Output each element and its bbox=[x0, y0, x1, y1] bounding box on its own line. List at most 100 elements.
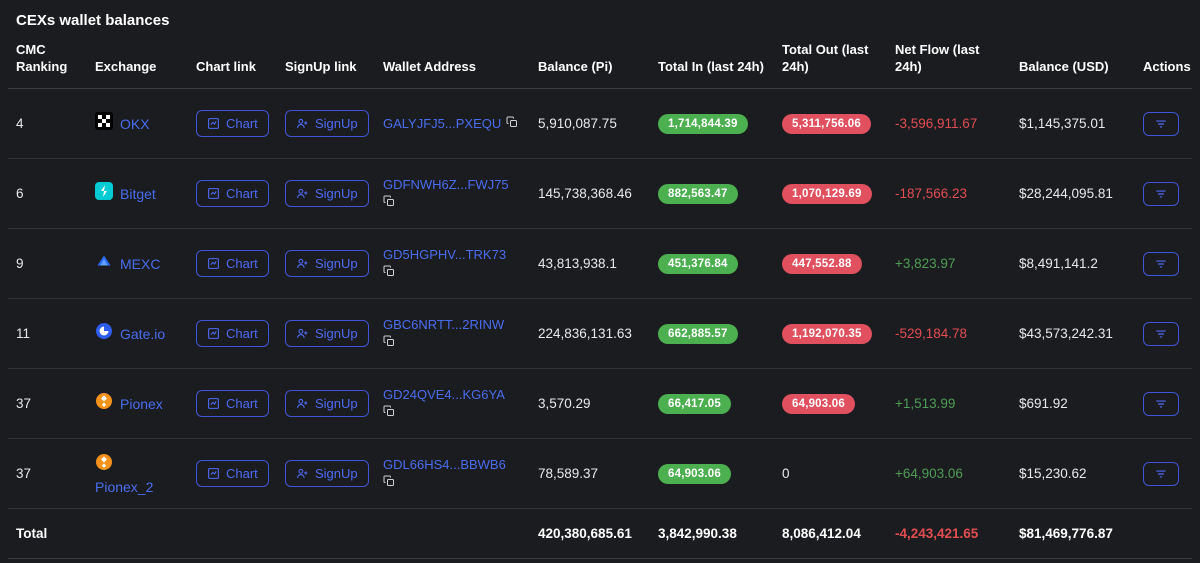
pionex-logo-icon bbox=[95, 453, 113, 476]
line-chart-icon bbox=[207, 257, 220, 270]
chart-button-label: Chart bbox=[226, 256, 258, 271]
exchange-link[interactable]: Pionex bbox=[120, 396, 163, 412]
signup-button-label: SignUp bbox=[315, 396, 358, 411]
header-net-flow: Net Flow (last 24h) bbox=[887, 41, 1011, 76]
actions-filter-button[interactable] bbox=[1143, 112, 1179, 136]
balance-pi-value: 78,589.37 bbox=[530, 466, 650, 481]
actions-filter-button[interactable] bbox=[1143, 462, 1179, 486]
person-plus-icon bbox=[296, 467, 309, 480]
total-in-sum: 3,842,990.38 bbox=[650, 526, 774, 541]
copy-address-button[interactable] bbox=[383, 195, 395, 210]
pionex-logo-icon bbox=[95, 392, 113, 415]
filter-icon bbox=[1154, 397, 1168, 411]
total-in-badge: 451,376.84 bbox=[658, 254, 738, 274]
header-signup-link: SignUp link bbox=[277, 58, 375, 76]
net-flow-value: +1,513.99 bbox=[895, 396, 955, 411]
page-title: CEXs wallet balances bbox=[8, 0, 1192, 37]
table-row: 6 Bitget Chart SignUp GDFNWH6Z...FWJ75 bbox=[8, 159, 1192, 229]
balance-pi-value: 5,910,087.75 bbox=[530, 116, 650, 131]
table-row: 4 OKX Chart SignUp GALYJFJ5...PXEQU bbox=[8, 89, 1192, 159]
wallet-address-link[interactable]: GDL66HS4...BBWB6 bbox=[383, 457, 506, 472]
chart-button-label: Chart bbox=[226, 116, 258, 131]
balance-pi-value: 43,813,938.1 bbox=[530, 256, 650, 271]
person-plus-icon bbox=[296, 257, 309, 270]
bitget-logo-icon bbox=[95, 182, 113, 205]
header-actions: Actions bbox=[1135, 58, 1199, 76]
filter-icon bbox=[1154, 327, 1168, 341]
line-chart-icon bbox=[207, 187, 220, 200]
wallet-address-link[interactable]: GD5HGPHV...TRK73 bbox=[383, 247, 506, 262]
total-in-badge: 662,885.57 bbox=[658, 324, 738, 344]
actions-filter-button[interactable] bbox=[1143, 322, 1179, 346]
total-in-badge: 882,563.47 bbox=[658, 184, 738, 204]
signup-button-label: SignUp bbox=[315, 466, 358, 481]
signup-button[interactable]: SignUp bbox=[285, 180, 369, 207]
table-row: 9 MEXC Chart SignUp GD5HGPHV...TRK73 bbox=[8, 229, 1192, 299]
actions-filter-button[interactable] bbox=[1143, 252, 1179, 276]
chart-button-label: Chart bbox=[226, 396, 258, 411]
chart-button[interactable]: Chart bbox=[196, 320, 269, 347]
wallet-address-link[interactable]: GDFNWH6Z...FWJ75 bbox=[383, 177, 509, 192]
exchange-link[interactable]: OKX bbox=[120, 116, 150, 132]
signup-button[interactable]: SignUp bbox=[285, 250, 369, 277]
chart-button[interactable]: Chart bbox=[196, 180, 269, 207]
signup-button[interactable]: SignUp bbox=[285, 320, 369, 347]
cex-wallet-balances-page: CEXs wallet balances CMC Ranking Exchang… bbox=[0, 0, 1200, 559]
line-chart-icon bbox=[207, 117, 220, 130]
exchange-link[interactable]: MEXC bbox=[120, 256, 160, 272]
total-out-value: 0 bbox=[782, 466, 790, 481]
exchange-cell: Pionex_2 bbox=[95, 453, 180, 495]
exchange-cell: MEXC bbox=[95, 252, 180, 275]
exchange-cell: Pionex bbox=[95, 392, 180, 415]
cmc-ranking-value: 11 bbox=[8, 326, 87, 341]
signup-button[interactable]: SignUp bbox=[285, 460, 369, 487]
person-plus-icon bbox=[296, 327, 309, 340]
person-plus-icon bbox=[296, 397, 309, 410]
header-total-out: Total Out (last 24h) bbox=[774, 41, 887, 76]
wallet-address-link[interactable]: GALYJFJ5...PXEQU bbox=[383, 116, 501, 131]
chart-button[interactable]: Chart bbox=[196, 110, 269, 137]
line-chart-icon bbox=[207, 397, 220, 410]
balance-pi-value: 145,738,368.46 bbox=[530, 186, 650, 201]
copy-address-button[interactable] bbox=[383, 335, 395, 350]
wallet-cell: GDFNWH6Z...FWJ75 bbox=[383, 177, 522, 210]
total-in-badge: 1,714,844.39 bbox=[658, 114, 748, 134]
balance-usd-value: $15,230.62 bbox=[1011, 466, 1135, 481]
okx-logo-icon bbox=[95, 112, 113, 135]
table-header-row: CMC Ranking Exchange Chart link SignUp l… bbox=[8, 37, 1192, 89]
mexc-logo-icon bbox=[95, 252, 113, 275]
copy-address-button[interactable] bbox=[383, 265, 395, 280]
copy-address-button[interactable] bbox=[383, 405, 395, 420]
exchange-link[interactable]: Pionex_2 bbox=[95, 479, 153, 495]
wallet-address-link[interactable]: GBC6NRTT...2RINW bbox=[383, 317, 504, 332]
balance-pi-value: 224,836,131.63 bbox=[530, 326, 650, 341]
chart-button[interactable]: Chart bbox=[196, 460, 269, 487]
table-total-row: Total 420,380,685.61 3,842,990.38 8,086,… bbox=[8, 509, 1192, 559]
wallet-cell: GD5HGPHV...TRK73 bbox=[383, 247, 522, 280]
signup-button[interactable]: SignUp bbox=[285, 390, 369, 417]
cmc-ranking-value: 4 bbox=[8, 116, 87, 131]
chart-button[interactable]: Chart bbox=[196, 250, 269, 277]
copy-icon bbox=[383, 195, 395, 210]
signup-button[interactable]: SignUp bbox=[285, 110, 369, 137]
header-balance-usd: Balance (USD) bbox=[1011, 58, 1135, 76]
filter-icon bbox=[1154, 257, 1168, 271]
total-out-badge: 64,903.06 bbox=[782, 394, 855, 414]
total-net-flow: -4,243,421.65 bbox=[895, 526, 978, 541]
copy-address-button[interactable] bbox=[506, 116, 518, 131]
wallet-address-link[interactable]: GD24QVE4...KG6YA bbox=[383, 387, 505, 402]
cmc-ranking-value: 6 bbox=[8, 186, 87, 201]
chart-button[interactable]: Chart bbox=[196, 390, 269, 417]
header-wallet-address: Wallet Address bbox=[375, 58, 530, 76]
balance-usd-value: $28,244,095.81 bbox=[1011, 186, 1135, 201]
exchange-link[interactable]: Bitget bbox=[120, 186, 156, 202]
net-flow-value: +3,823.97 bbox=[895, 256, 955, 271]
exchange-cell: Bitget bbox=[95, 182, 180, 205]
gateio-logo-icon bbox=[95, 322, 113, 345]
actions-filter-button[interactable] bbox=[1143, 182, 1179, 206]
exchange-link[interactable]: Gate.io bbox=[120, 326, 165, 342]
exchange-cell: OKX bbox=[95, 112, 180, 135]
actions-filter-button[interactable] bbox=[1143, 392, 1179, 416]
copy-address-button[interactable] bbox=[383, 475, 395, 490]
balance-usd-value: $43,573,242.31 bbox=[1011, 326, 1135, 341]
